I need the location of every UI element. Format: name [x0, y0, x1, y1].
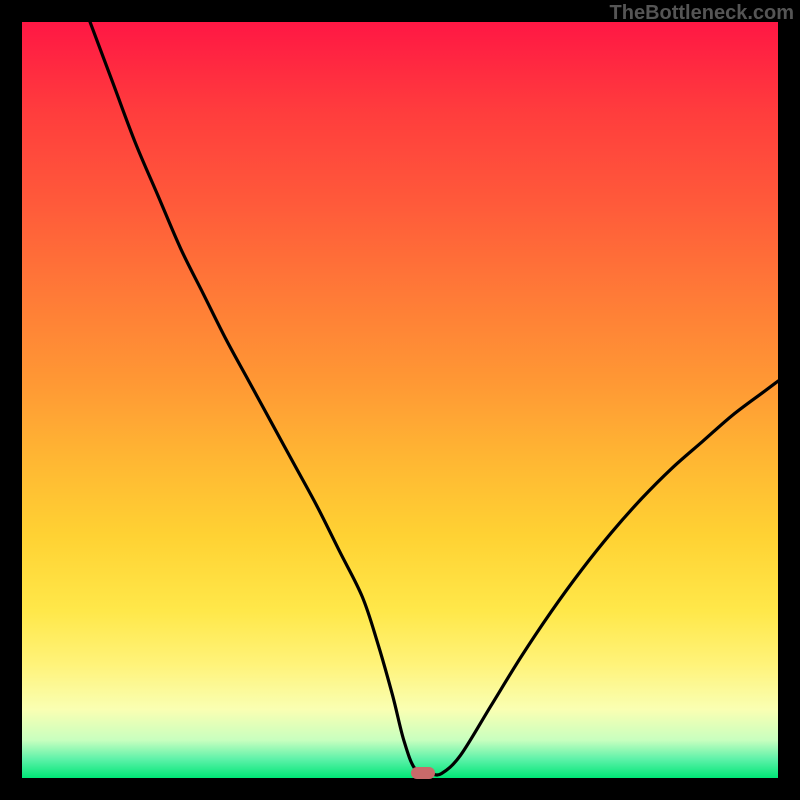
chart-frame: TheBottleneck.com	[0, 0, 800, 800]
plot-area	[22, 22, 778, 778]
bottleneck-marker	[411, 767, 435, 779]
watermark-label: TheBottleneck.com	[610, 2, 794, 25]
bottleneck-curve	[22, 22, 778, 778]
